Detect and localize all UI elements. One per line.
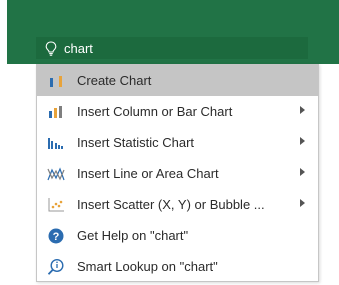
submenu-arrow-icon (300, 199, 305, 207)
menu-item-label: Smart Lookup on "chart" (77, 259, 218, 274)
menu-item-insert-scatter-bubble-chart[interactable]: Insert Scatter (X, Y) or Bubble ... (37, 189, 318, 220)
search-results-dropdown: Create Chart Insert Column or Bar Chart (36, 64, 319, 282)
lightbulb-icon (44, 40, 58, 56)
smart-lookup-icon (45, 257, 67, 277)
svg-text:?: ? (53, 231, 60, 243)
menu-item-label: Insert Scatter (X, Y) or Bubble ... (77, 197, 265, 212)
menu-item-label: Create Chart (77, 73, 152, 88)
menu-item-label: Insert Line or Area Chart (77, 166, 219, 181)
menu-item-label: Insert Column or Bar Chart (77, 104, 233, 119)
submenu-arrow-icon (300, 137, 305, 145)
menu-item-create-chart[interactable]: Create Chart (37, 65, 318, 96)
search-input[interactable] (64, 39, 284, 57)
menu-item-smart-lookup[interactable]: Smart Lookup on "chart" (37, 251, 318, 282)
menu-item-insert-statistic-chart[interactable]: Insert Statistic Chart (37, 127, 318, 158)
submenu-arrow-icon (300, 106, 305, 114)
line-chart-icon (45, 164, 67, 184)
menu-item-insert-line-area-chart[interactable]: Insert Line or Area Chart (37, 158, 318, 189)
column-chart-icon (45, 102, 67, 122)
statistic-chart-icon (45, 133, 67, 153)
create-chart-icon (45, 71, 67, 91)
tell-me-search-box[interactable] (36, 37, 308, 59)
page: Create Chart Insert Column or Bar Chart (0, 0, 339, 285)
submenu-arrow-icon (300, 168, 305, 176)
help-icon: ? (45, 226, 67, 246)
menu-item-label: Insert Statistic Chart (77, 135, 195, 150)
menu-item-get-help[interactable]: ? Get Help on "chart" (37, 220, 318, 251)
menu-item-insert-column-bar-chart[interactable]: Insert Column or Bar Chart (37, 96, 318, 127)
scatter-chart-icon (45, 195, 67, 215)
menu-item-label: Get Help on "chart" (77, 228, 189, 243)
